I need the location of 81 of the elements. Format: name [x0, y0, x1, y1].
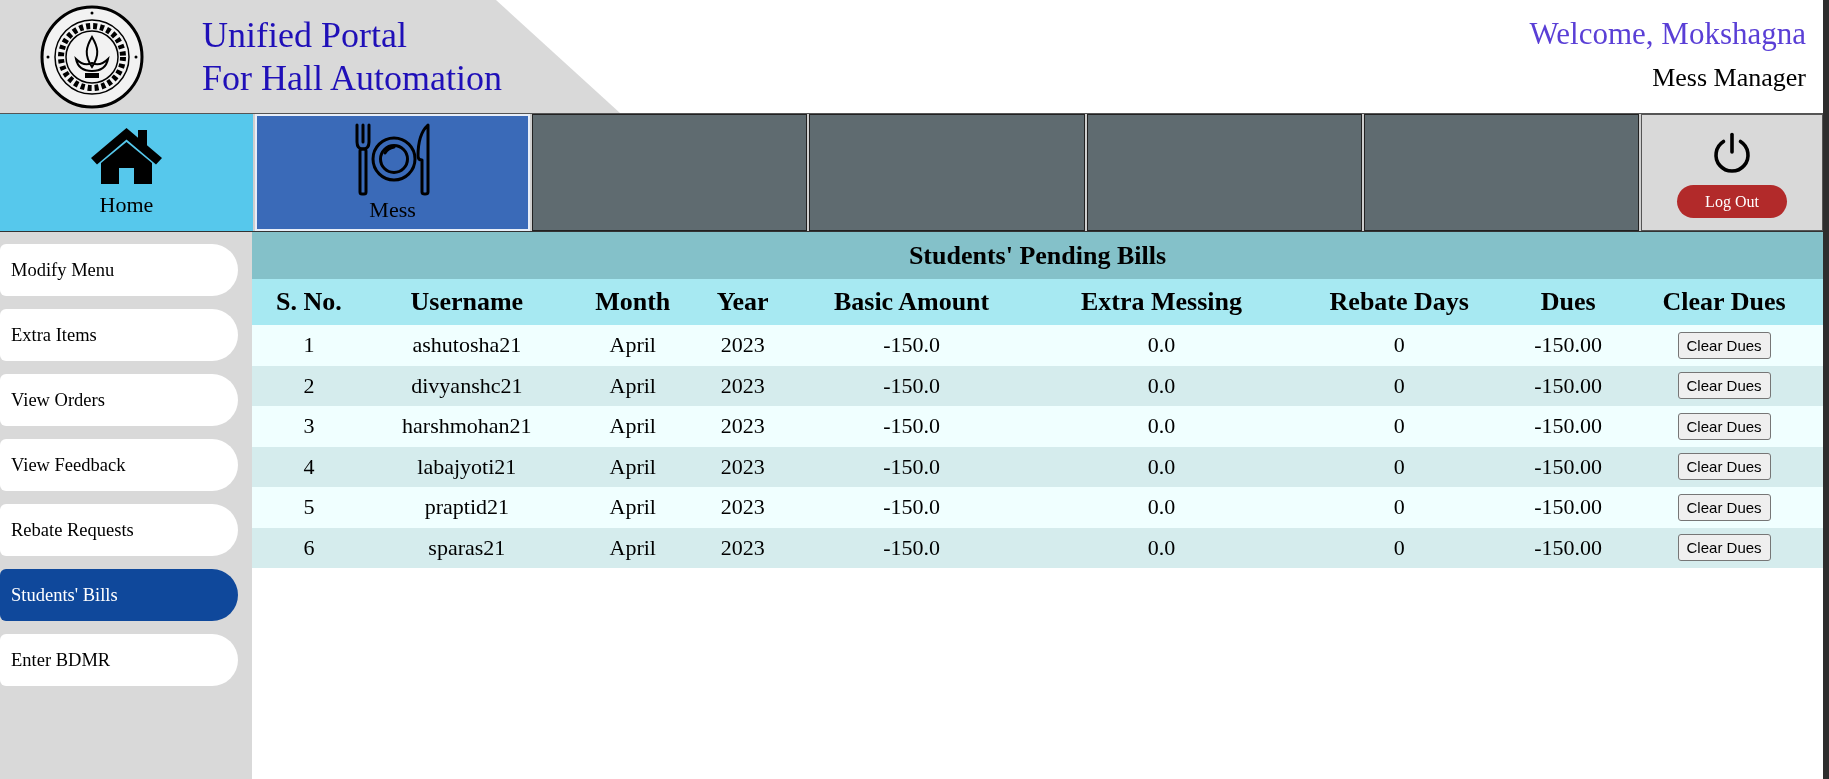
table-cell-text: 2023: [719, 413, 766, 440]
sidebar-item[interactable]: Extra Items: [0, 309, 238, 361]
table-cell-text: praptid21: [423, 494, 510, 521]
table-cell-text: -150.0: [882, 413, 941, 440]
sidebar-item[interactable]: Enter BDMR: [0, 634, 238, 686]
table-cell-text: harshmohan21: [401, 413, 533, 440]
table-cell-text: 2023: [719, 494, 766, 521]
clear-dues-button[interactable]: Clear Dues: [1677, 331, 1771, 359]
sidebar-item[interactable]: Modify Menu: [0, 244, 238, 296]
table-cell-text: 0.0: [1146, 494, 1177, 521]
table-cell-text: -150.0: [882, 453, 941, 480]
table-cell-text: April: [608, 332, 657, 359]
column-header: Extra Messing: [1079, 287, 1243, 317]
column-header: Dues: [1539, 287, 1597, 317]
sidebar-item[interactable]: View Orders: [0, 374, 238, 426]
clear-dues-button[interactable]: Clear Dues: [1677, 534, 1771, 562]
column-header: Basic Amount: [832, 287, 991, 317]
table-cell-text: 4: [302, 453, 316, 480]
table-cell-text: -150.0: [882, 332, 941, 359]
sidebar-item[interactable]: View Feedback: [0, 439, 238, 491]
sidebar-item[interactable]: Rebate Requests: [0, 504, 238, 556]
table-cell-text: 1: [302, 332, 316, 359]
table-cell-text: -150.00: [1533, 413, 1604, 440]
clear-dues-button[interactable]: Clear Dues: [1677, 493, 1771, 521]
table-cell-text: -150.00: [1533, 453, 1604, 480]
table-cell-text: 0: [1392, 534, 1406, 561]
table-cell-text: 0: [1392, 453, 1406, 480]
table-cell-text: 0: [1392, 494, 1406, 521]
seal-logo-icon: [40, 4, 144, 109]
power-icon: [1711, 132, 1753, 174]
table-cell-text: 2023: [719, 372, 766, 399]
table-cell-text: April: [608, 413, 657, 440]
table-cell-text: April: [608, 372, 657, 399]
table-cell-text: labajyoti21: [416, 453, 518, 480]
column-header: Rebate Days: [1328, 287, 1470, 317]
table-cell-text: 2023: [719, 534, 766, 561]
table-cell-text: sparas21: [427, 534, 507, 561]
portal-title: Unified Portal For Hall Automation: [202, 13, 502, 100]
home-tab[interactable]: Home: [0, 114, 253, 231]
table-cell-text: April: [608, 494, 657, 521]
table-cell-text: -150.00: [1533, 332, 1604, 359]
plate-cutlery-icon: [353, 122, 432, 197]
table-cell-text: -150.0: [882, 494, 941, 521]
table-cell-text: April: [608, 534, 657, 561]
welcome-text: Welcome, Mokshagna: [1529, 15, 1806, 53]
column-header: Year: [715, 287, 770, 317]
table-cell-text: 2023: [719, 453, 766, 480]
table-cell-text: ashutosha21: [411, 332, 523, 359]
logout-button[interactable]: Log Out: [1677, 185, 1787, 218]
table-cell-text: 2: [302, 372, 316, 399]
table-cell-text: -150.00: [1533, 534, 1604, 561]
house-icon: [89, 126, 164, 184]
table-cell-text: 0.0: [1146, 534, 1177, 561]
mess-tab[interactable]: Mess: [255, 114, 531, 231]
table-cell-text: 0.0: [1146, 372, 1177, 399]
column-header: Month: [594, 287, 672, 317]
table-cell-text: 0.0: [1146, 413, 1177, 440]
table-cell-text: 0.0: [1146, 453, 1177, 480]
table-cell-text: 5: [302, 494, 316, 521]
user-role: Mess Manager: [1652, 62, 1806, 94]
column-header: Username: [409, 287, 525, 317]
table-cell-text: 0: [1392, 332, 1406, 359]
column-header: Clear Dues: [1661, 287, 1787, 317]
column-header: S. No.: [275, 287, 343, 317]
table-cell-text: -150.0: [882, 372, 941, 399]
table-cell-text: April: [608, 453, 657, 480]
table-cell-text: 2023: [719, 332, 766, 359]
clear-dues-button[interactable]: Clear Dues: [1677, 453, 1771, 481]
clear-dues-button[interactable]: Clear Dues: [1677, 372, 1771, 400]
table-cell-text: divyanshc21: [410, 372, 524, 399]
table-cell-text: -150.00: [1533, 494, 1604, 521]
table-cell-text: 6: [302, 534, 316, 561]
sidebar-item[interactable]: Students' Bills: [0, 569, 238, 621]
table-title: Students' Pending Bills: [252, 232, 1823, 279]
clear-dues-button[interactable]: Clear Dues: [1677, 412, 1771, 440]
table-cell-text: 3: [302, 413, 316, 440]
table-cell-text: 0: [1392, 413, 1406, 440]
table-cell-text: -150.00: [1533, 372, 1604, 399]
table-cell-text: 0: [1392, 372, 1406, 399]
table-cell-text: -150.0: [882, 534, 941, 561]
table-cell-text: 0.0: [1146, 332, 1177, 359]
